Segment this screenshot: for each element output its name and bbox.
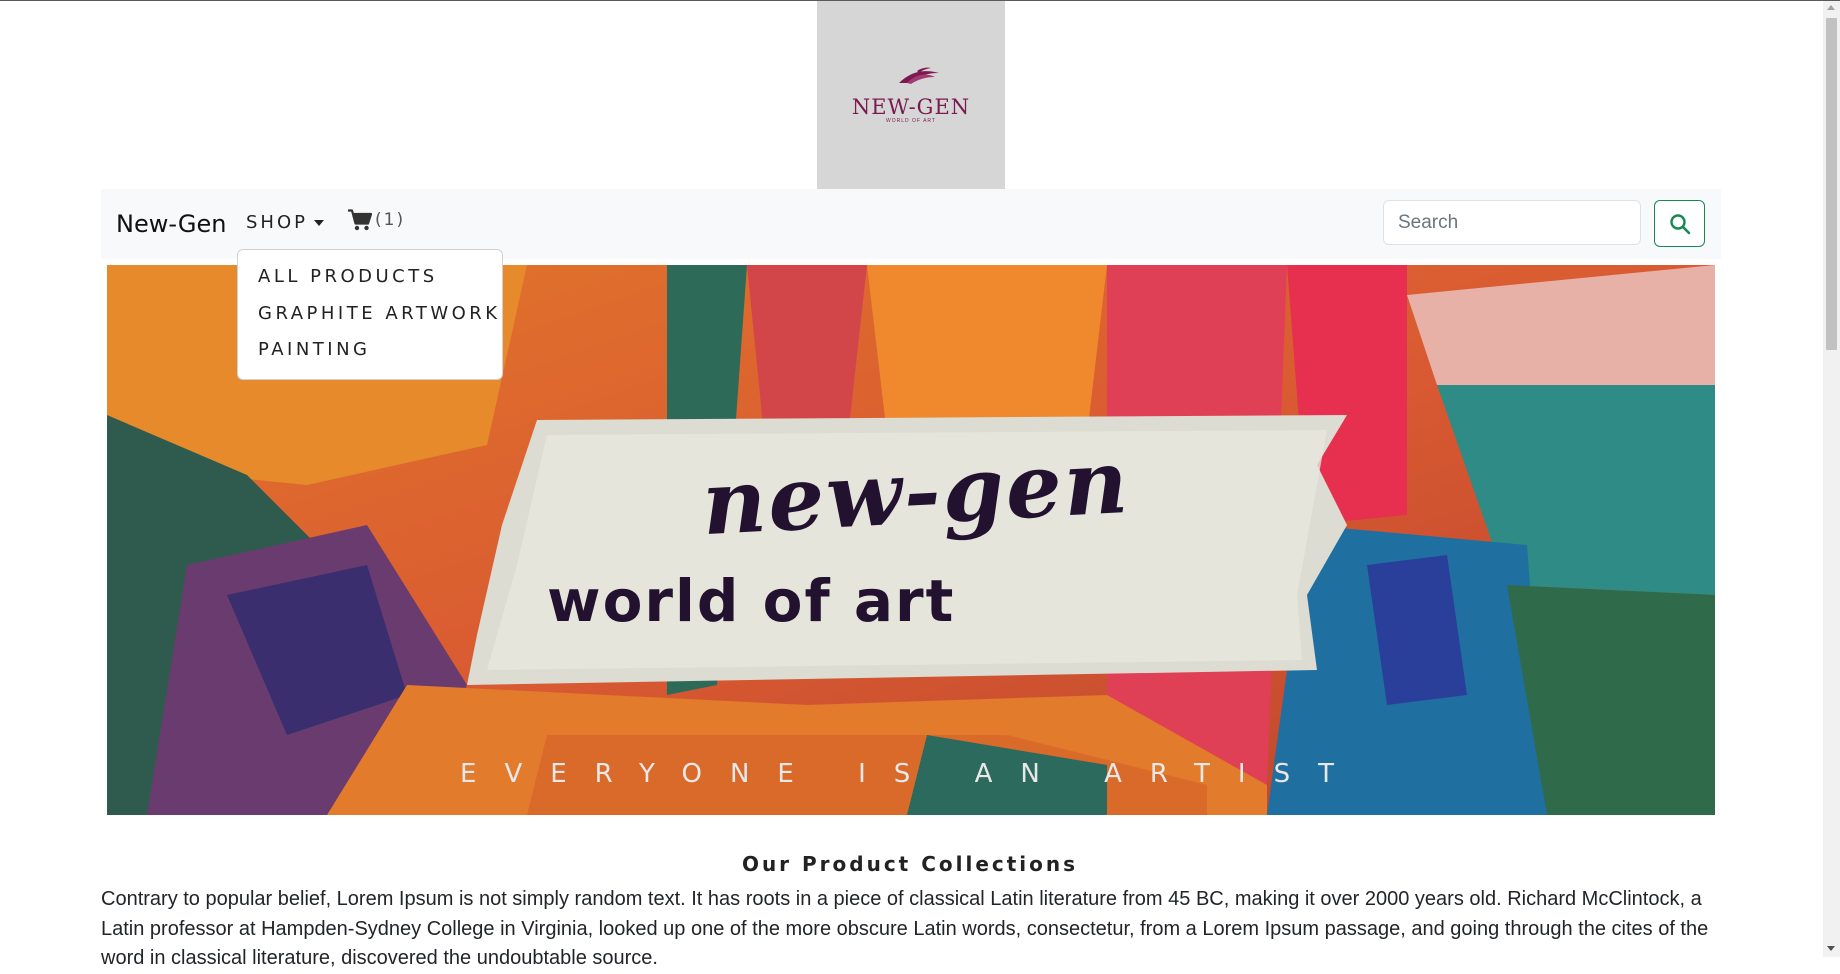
scroll-up-arrow-icon[interactable] — [1827, 5, 1835, 10]
dropdown-item-all-products[interactable]: ALL PRODUCTS — [238, 266, 502, 303]
section-paragraph: Contrary to popular belief, Lorem Ipsum … — [101, 888, 1709, 969]
scrollbar-thumb[interactable] — [1826, 18, 1837, 350]
scroll-down-arrow-icon[interactable] — [1827, 946, 1835, 951]
site-logo[interactable]: NEW-GEN WORLD OF ART — [817, 1, 1005, 189]
shop-dropdown-menu: ALL PRODUCTS GRAPHITE ARTWORK PAINTING — [237, 249, 503, 380]
hero-tagline: EVERYONE IS AN ARTIST — [460, 759, 1362, 789]
brand-link[interactable]: New-Gen — [116, 210, 226, 238]
shop-dropdown-toggle[interactable]: SHOP — [246, 212, 324, 233]
hero-subtitle: world of art — [547, 567, 956, 635]
search-button[interactable] — [1654, 200, 1705, 247]
caret-down-icon — [313, 220, 324, 226]
dropdown-item-painting[interactable]: PAINTING — [238, 339, 502, 376]
cart-icon — [348, 209, 372, 231]
logo-text: NEW-GEN — [851, 94, 971, 119]
search-icon — [1669, 213, 1690, 234]
logo-subtext: WORLD OF ART — [886, 117, 936, 124]
logo-swoosh-icon — [899, 67, 939, 84]
section-title: Our Product Collections — [741, 852, 1079, 876]
shop-label: SHOP — [246, 212, 308, 233]
search-input[interactable] — [1383, 200, 1641, 245]
cart-count: (1) — [375, 210, 406, 230]
vertical-scrollbar[interactable] — [1823, 1, 1840, 957]
cart-link[interactable]: (1) — [348, 209, 405, 231]
dropdown-item-graphite-artwork[interactable]: GRAPHITE ARTWORK — [238, 303, 502, 340]
